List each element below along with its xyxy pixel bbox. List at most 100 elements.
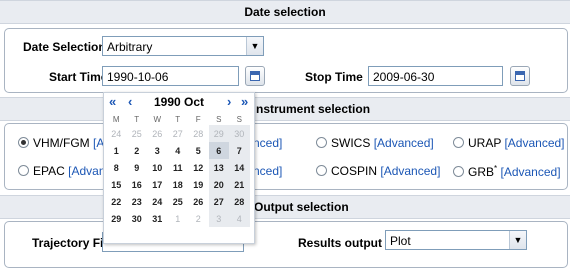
- week-row: 8 9 10 11 12 13 14: [106, 159, 250, 176]
- start-time-value: 1990-10-06: [107, 70, 169, 84]
- next-month-icon[interactable]: ›: [227, 94, 231, 109]
- week-row: 29 30 31 1 2 3 4: [106, 210, 250, 227]
- day-cell[interactable]: 1: [168, 210, 189, 227]
- stop-time-label: Stop Time: [305, 70, 363, 84]
- weekday-label: F: [195, 114, 201, 124]
- day-cell[interactable]: 26: [188, 193, 209, 210]
- radio-button-selected[interactable]: [18, 137, 29, 148]
- chevron-down-icon[interactable]: ▼: [509, 231, 526, 249]
- instrument-panel: [4, 123, 568, 190]
- day-cell[interactable]: 3: [208, 210, 229, 227]
- weekday-label: T: [134, 114, 140, 124]
- weekday-label: S: [216, 114, 222, 124]
- weekday-label: T: [175, 114, 181, 124]
- date-selection-select[interactable]: Arbitrary ▼: [102, 36, 264, 56]
- day-cell[interactable]: 24: [147, 193, 168, 210]
- radio-button[interactable]: [453, 137, 464, 148]
- day-cell[interactable]: 24: [106, 125, 127, 142]
- week-row: 24 25 26 27 28 29 30: [106, 125, 250, 142]
- day-cell[interactable]: 28: [229, 193, 250, 210]
- radio-grb[interactable]: GRB* [Advanced]: [453, 164, 561, 179]
- day-cell[interactable]: 18: [168, 176, 189, 193]
- radio-button[interactable]: [316, 137, 327, 148]
- day-cell[interactable]: 29: [208, 125, 229, 142]
- stop-time-input[interactable]: 2009-06-30: [368, 66, 503, 86]
- day-cell[interactable]: 15: [106, 176, 127, 193]
- day-cell[interactable]: 22: [106, 193, 127, 210]
- start-time-calendar-button[interactable]: [245, 66, 265, 86]
- day-cell[interactable]: 9: [127, 159, 148, 176]
- weekday-label: S: [236, 114, 242, 124]
- day-cell[interactable]: 3: [147, 142, 168, 159]
- stop-time-value: 2009-06-30: [373, 70, 435, 84]
- day-cell[interactable]: 10: [147, 159, 168, 176]
- date-picker-popup: « ‹ 1990 Oct › » M T W T F S S 24 25 26 …: [103, 92, 255, 244]
- advanced-link[interactable]: [Advanced]: [374, 136, 434, 150]
- day-cell[interactable]: 27: [208, 193, 229, 210]
- radio-button[interactable]: [453, 166, 464, 177]
- footnote-marker: *: [494, 164, 498, 173]
- day-cell[interactable]: 19: [188, 176, 209, 193]
- day-cell[interactable]: 17: [147, 176, 168, 193]
- radio-hidden-instrument-1[interactable]: nced]: [253, 136, 282, 150]
- selected-day-cell[interactable]: 6: [208, 142, 229, 159]
- radio-hidden-instrument-2[interactable]: nced]: [253, 164, 282, 178]
- day-cell[interactable]: 20: [208, 176, 229, 193]
- day-cell[interactable]: 28: [188, 125, 209, 142]
- instrument-selection-title: nstrument selection: [256, 102, 371, 116]
- week-row: 1 2 3 4 5 6 7: [106, 142, 250, 159]
- day-cell[interactable]: 2: [188, 210, 209, 227]
- day-cell[interactable]: 30: [229, 125, 250, 142]
- day-cell[interactable]: 11: [168, 159, 189, 176]
- radio-swics[interactable]: SWICS [Advanced]: [316, 136, 434, 150]
- day-cell[interactable]: 5: [188, 142, 209, 159]
- day-cell[interactable]: 4: [229, 210, 250, 227]
- output-selection-title: Output selection: [254, 200, 349, 214]
- stop-time-calendar-button[interactable]: [510, 66, 530, 86]
- instrument-selection-header: nstrument selection: [0, 97, 570, 121]
- radio-button[interactable]: [18, 165, 29, 176]
- day-cell[interactable]: 21: [229, 176, 250, 193]
- chevron-down-icon[interactable]: ▼: [246, 37, 263, 55]
- results-output-select[interactable]: Plot ▼: [385, 230, 527, 250]
- day-cell[interactable]: 23: [127, 193, 148, 210]
- date-selection-title: Date selection: [244, 5, 326, 19]
- advanced-link[interactable]: [Advanced]: [504, 136, 564, 150]
- day-cell[interactable]: 1: [106, 142, 127, 159]
- advanced-link[interactable]: nced]: [253, 164, 282, 178]
- week-row: 15 16 17 18 19 20 21: [106, 176, 250, 193]
- advanced-link[interactable]: nced]: [253, 136, 282, 150]
- start-time-label: Start Time: [49, 70, 108, 84]
- date-selection-label: Date Selection: [23, 40, 106, 54]
- day-cell[interactable]: 16: [127, 176, 148, 193]
- day-cell[interactable]: 4: [168, 142, 189, 159]
- day-cell[interactable]: 12: [188, 159, 209, 176]
- results-output-label: Results output: [298, 236, 382, 250]
- start-time-input[interactable]: 1990-10-06: [102, 66, 239, 86]
- date-selection-header: Date selection: [0, 0, 570, 24]
- day-cell[interactable]: 29: [106, 210, 127, 227]
- output-selection-header: Output selection: [0, 195, 570, 219]
- day-cell[interactable]: 27: [168, 125, 189, 142]
- radio-cospin[interactable]: COSPIN [Advanced]: [316, 164, 440, 178]
- day-cell[interactable]: 25: [168, 193, 189, 210]
- advanced-link[interactable]: [Advanced]: [380, 164, 440, 178]
- date-picker-title: 1990 Oct: [153, 95, 205, 109]
- weekday-row: M T W T F S S: [106, 113, 250, 125]
- radio-button[interactable]: [316, 165, 327, 176]
- next-year-icon[interactable]: »: [241, 94, 248, 109]
- day-cell[interactable]: 26: [147, 125, 168, 142]
- weekday-label: W: [153, 114, 162, 124]
- day-cell[interactable]: 25: [127, 125, 148, 142]
- day-cell[interactable]: 30: [127, 210, 148, 227]
- day-cell[interactable]: 2: [127, 142, 148, 159]
- date-picker-header: « ‹ 1990 Oct › »: [104, 93, 254, 111]
- day-cell[interactable]: 7: [229, 142, 250, 159]
- day-cell[interactable]: 13: [208, 159, 229, 176]
- day-cell[interactable]: 14: [229, 159, 250, 176]
- day-cell[interactable]: 8: [106, 159, 127, 176]
- radio-urap[interactable]: URAP [Advanced]: [453, 136, 565, 150]
- date-selection-value: Arbitrary: [107, 40, 153, 54]
- day-cell[interactable]: 31: [147, 210, 168, 227]
- advanced-link[interactable]: [Advanced]: [500, 165, 560, 179]
